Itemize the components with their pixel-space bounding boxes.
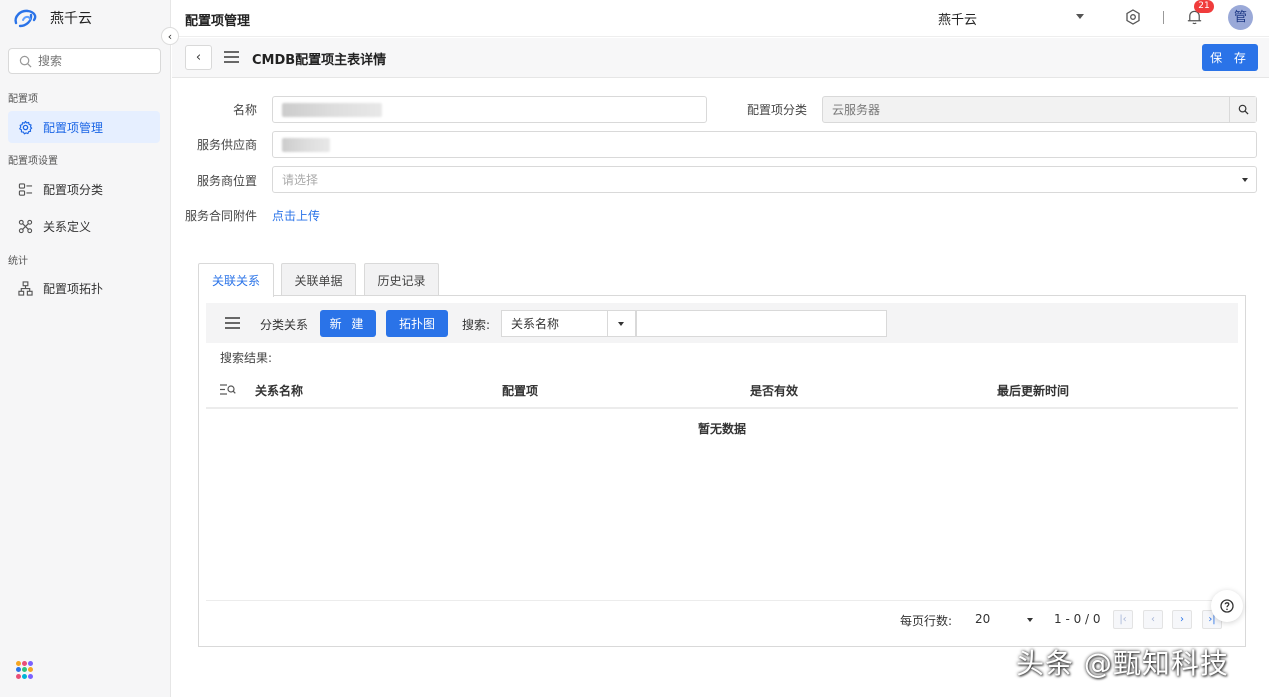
brand[interactable]: 燕千云: [12, 6, 92, 30]
new-button[interactable]: 新 建: [320, 310, 376, 337]
page-range: 1 - 0 / 0: [1054, 612, 1101, 626]
sidebar-search[interactable]: [8, 48, 161, 74]
help-icon: [1220, 599, 1234, 613]
search-icon: [19, 55, 32, 67]
caret-down-icon[interactable]: [608, 310, 636, 337]
caret-down-icon: [1242, 178, 1248, 182]
settings-icon[interactable]: [1125, 9, 1141, 25]
empty-state: 暂无数据: [697, 422, 746, 436]
menu-icon[interactable]: [223, 50, 240, 64]
search-input[interactable]: [636, 310, 887, 337]
sidebar-item-topology[interactable]: 配置项拓扑: [8, 272, 160, 304]
detail-header: ‹ CMDB配置项主表详情 保 存: [172, 38, 1269, 78]
relation-icon: [18, 219, 33, 233]
save-button[interactable]: 保 存: [1202, 44, 1258, 71]
supplier-field[interactable]: [272, 131, 1257, 158]
apps-grid-icon[interactable]: [16, 661, 34, 679]
topology-icon: [18, 280, 33, 296]
category-value: 云服务器: [832, 103, 881, 117]
location-placeholder: 请选择: [282, 173, 319, 187]
org-switcher[interactable]: 燕千云: [938, 9, 977, 28]
tab-relations[interactable]: 关联关系: [198, 263, 274, 297]
column-filter-icon[interactable]: [219, 383, 236, 396]
upload-link[interactable]: 点击上传: [272, 207, 320, 224]
column-header[interactable]: 是否有效: [750, 382, 798, 399]
first-page-icon: |‹: [1119, 614, 1127, 625]
rows-per-page-label: 每页行数:: [900, 614, 953, 628]
tab-documents[interactable]: 关联单据: [281, 263, 356, 296]
redacted-text: [282, 102, 382, 117]
header-divider: [206, 407, 1238, 409]
category-field[interactable]: 云服务器: [822, 96, 1257, 123]
search-label: 搜索:: [462, 318, 491, 332]
category-icon: [18, 182, 33, 196]
caret-down-icon[interactable]: [1027, 618, 1033, 622]
sidebar-item-label: 关系定义: [43, 219, 92, 234]
sidebar-item-label: 配置项拓扑: [43, 281, 104, 296]
sidebar-item-category[interactable]: 配置项分类: [8, 173, 160, 205]
location-label: 服务商位置: [196, 174, 257, 188]
search-field-select[interactable]: 关系名称: [501, 310, 608, 337]
topbar: 配置项管理 燕千云 21 管: [172, 0, 1269, 37]
group-label-config: 配置项: [8, 94, 38, 105]
chevron-left-icon: ‹: [195, 50, 202, 65]
column-header[interactable]: 关系名称: [255, 382, 303, 399]
sidebar-item-label: 配置项管理: [43, 120, 104, 135]
sidebar-search-input[interactable]: [38, 54, 138, 68]
relations-toolbar: 分类关系 新 建 拓扑图 搜索: 关系名称: [206, 303, 1238, 343]
watermark: 头条 @甄知科技: [1016, 647, 1229, 680]
footer-divider: [206, 600, 1238, 601]
gear-icon: [19, 120, 33, 134]
first-page-button[interactable]: |‹: [1113, 610, 1133, 629]
supplier-label: 服务供应商: [196, 138, 257, 152]
chevron-right-icon: ›: [1180, 614, 1184, 625]
tab-history[interactable]: 历史记录: [364, 263, 439, 296]
group-label-settings: 配置项设置: [8, 156, 58, 167]
prev-page-button[interactable]: ‹: [1143, 610, 1163, 629]
chevron-left-icon: ‹: [1151, 614, 1155, 625]
column-header[interactable]: 配置项: [502, 382, 538, 399]
search-icon: [1238, 104, 1249, 115]
topology-button[interactable]: 拓扑图: [386, 310, 448, 337]
sidebar-item-relation[interactable]: 关系定义: [8, 210, 160, 242]
name-label: 名称: [232, 103, 257, 117]
category-label: 配置项分类: [746, 103, 807, 117]
back-button[interactable]: ‹: [185, 45, 212, 70]
relations-panel: 分类关系 新 建 拓扑图 搜索: 关系名称 搜索结果: 关系名称 配置项 是否有…: [198, 295, 1246, 647]
help-button[interactable]: [1211, 590, 1243, 622]
app-title: 配置项管理: [185, 14, 251, 29]
category-lookup-button[interactable]: [1229, 97, 1256, 122]
page-title: CMDB配置项主表详情: [252, 53, 387, 68]
notification-badge: 21: [1194, 0, 1214, 13]
caret-down-icon[interactable]: [1076, 14, 1084, 19]
location-select[interactable]: 请选择: [272, 166, 1257, 193]
avatar[interactable]: 管: [1228, 5, 1253, 30]
brand-name: 燕千云: [50, 11, 92, 27]
category-relation-label: 分类关系: [260, 318, 309, 332]
contract-label: 服务合同附件: [184, 209, 257, 223]
next-page-button[interactable]: ›: [1172, 610, 1192, 629]
group-label-stats: 统计: [8, 256, 28, 267]
redacted-text: [282, 137, 330, 152]
brand-logo-icon: [14, 9, 37, 28]
name-field[interactable]: [272, 96, 707, 123]
collapse-sidebar-button[interactable]: ‹: [161, 27, 179, 45]
chevron-left-icon: ‹: [167, 29, 173, 43]
search-result-label: 搜索结果:: [220, 351, 273, 365]
column-header[interactable]: 最后更新时间: [997, 382, 1069, 399]
sidebar-item-label: 配置项分类: [43, 182, 104, 197]
divider: [1163, 11, 1164, 24]
rows-per-page-select[interactable]: 20: [975, 612, 990, 626]
menu-icon[interactable]: [224, 316, 241, 330]
sidebar: 燕千云 配置项 配置项管理 配置项设置 配置项分类 关系定义 统计 配置项拓扑: [0, 0, 171, 697]
sidebar-item-manage[interactable]: 配置项管理: [8, 111, 160, 143]
